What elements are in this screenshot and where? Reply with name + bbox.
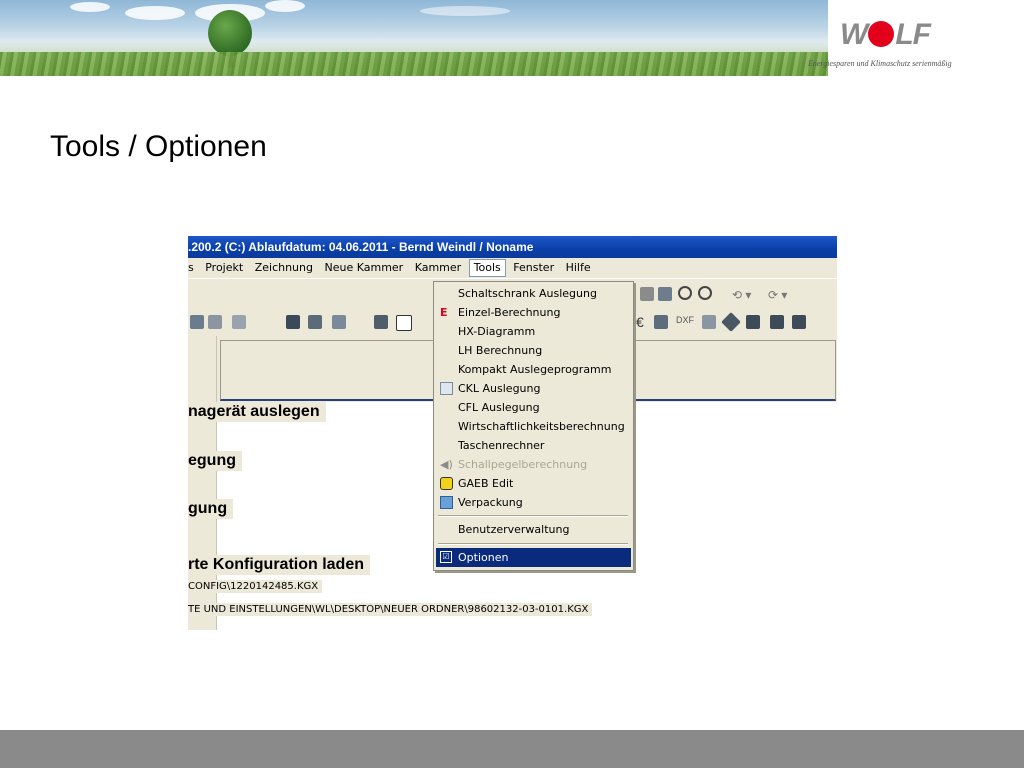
menu-item-ckl-auslegung[interactable]: CKL Auslegung	[436, 379, 631, 398]
section-heading[interactable]: gung	[188, 499, 234, 519]
section-heading[interactable]: egung	[188, 451, 242, 471]
menu-bar: s Projekt Zeichnung Neue Kammer Kammer T…	[188, 258, 837, 278]
move-icon[interactable]	[640, 287, 654, 301]
save-icon[interactable]	[190, 315, 204, 329]
align-icon[interactable]	[746, 315, 760, 329]
recent-file-path[interactable]: CONFIG\1220142485.KGX	[188, 580, 323, 593]
menu-item-projekt[interactable]: Projekt	[201, 258, 247, 278]
package-icon	[440, 496, 453, 509]
menu-item-kammer[interactable]: Kammer	[411, 258, 465, 278]
menu-item-hilfe[interactable]: Hilfe	[562, 258, 595, 278]
window-titlebar: .200.2 (C:) Ablaufdatum: 04.06.2011 - Be…	[188, 236, 837, 258]
menu-item-lh-berechnung[interactable]: LH Berechnung	[436, 341, 631, 360]
menu-item-tools[interactable]: Tools	[468, 259, 506, 277]
slide-title: Tools / Optionen	[50, 130, 267, 163]
dxf-icon[interactable]: DXF	[676, 315, 694, 329]
menu-item-file[interactable]: s	[188, 258, 198, 278]
diamond-icon[interactable]	[721, 312, 741, 332]
tagline: Energiesparen und Klimaschutz serienmäßi…	[808, 59, 952, 68]
menu-item-verpackung[interactable]: Verpackung	[436, 493, 631, 512]
undo-icon[interactable]: ⟲ ▾	[732, 288, 751, 302]
wolf-e-icon: E	[440, 306, 448, 319]
menu-item-optionen[interactable]: ☑ Optionen	[436, 548, 631, 567]
save-as-icon[interactable]	[208, 315, 222, 329]
section-heading[interactable]: rte Konfiguration laden	[188, 555, 370, 575]
grass-decoration	[0, 52, 828, 76]
menu-item-fenster[interactable]: Fenster	[509, 258, 558, 278]
calendar-icon	[440, 382, 453, 395]
menu-item-schaltschrank[interactable]: Schaltschrank Auslegung	[436, 284, 631, 303]
wolf-logo: W LF	[840, 18, 931, 51]
checklist-icon[interactable]	[396, 315, 412, 331]
menu-item-zeichnung[interactable]: Zeichnung	[251, 258, 317, 278]
copy-icon[interactable]	[702, 315, 716, 329]
options-icon: ☑	[440, 551, 452, 563]
menu-item-benutzerverwaltung[interactable]: Benutzerverwaltung	[436, 520, 631, 539]
speaker-icon: ◀)	[440, 458, 453, 471]
menu-item-cfl-auslegung[interactable]: CFL Auslegung	[436, 398, 631, 417]
euro-icon[interactable]: €	[636, 314, 644, 330]
menu-item-neue-kammer[interactable]: Neue Kammer	[320, 258, 407, 278]
stairs-icon[interactable]	[770, 315, 784, 329]
recent-file-path[interactable]: TE UND EINSTELLUNGEN\WL\DESKTOP\NEUER OR…	[188, 603, 593, 616]
grid-icon[interactable]	[308, 315, 322, 329]
zoom-out-icon[interactable]	[698, 286, 712, 300]
redo-icon[interactable]: ⟳ ▾	[768, 288, 787, 302]
tools-dropdown-menu: Schaltschrank Auslegung E Einzel-Berechn…	[433, 281, 634, 571]
menu-separator	[438, 515, 628, 517]
menu-item-einzel-berechnung[interactable]: E Einzel-Berechnung	[436, 303, 631, 322]
arrow-right-icon[interactable]	[658, 287, 672, 301]
part-icon[interactable]	[286, 315, 300, 329]
chart-icon[interactable]	[332, 315, 346, 329]
footer-bar	[0, 730, 1024, 768]
steps-icon[interactable]	[792, 315, 806, 329]
cloud-decoration	[265, 0, 305, 12]
menu-separator	[438, 543, 628, 545]
menu-item-taschenrechner[interactable]: Taschenrechner	[436, 436, 631, 455]
menu-item-gaeb-edit[interactable]: GAEB Edit	[436, 474, 631, 493]
fan-icon[interactable]	[654, 315, 668, 329]
tree-icon	[208, 10, 252, 56]
section-heading[interactable]: nagerät auslegen	[188, 402, 326, 422]
header-banner	[0, 0, 828, 76]
cloud-decoration	[70, 2, 110, 12]
menu-item-schallpegel[interactable]: ◀) Schallpegelberechnung	[436, 455, 631, 474]
gaeb-icon	[440, 477, 453, 490]
sound-icon[interactable]	[374, 315, 388, 329]
menu-item-wirtschaftlichkeit[interactable]: Wirtschaftlichkeitsberechnung	[436, 417, 631, 436]
zoom-in-icon[interactable]	[678, 286, 692, 300]
menu-item-hx-diagramm[interactable]: HX-Diagramm	[436, 322, 631, 341]
print-icon[interactable]	[232, 315, 246, 329]
cloud-decoration	[420, 6, 510, 16]
menu-item-kompakt[interactable]: Kompakt Auslegeprogramm	[436, 360, 631, 379]
cloud-decoration	[125, 6, 185, 20]
